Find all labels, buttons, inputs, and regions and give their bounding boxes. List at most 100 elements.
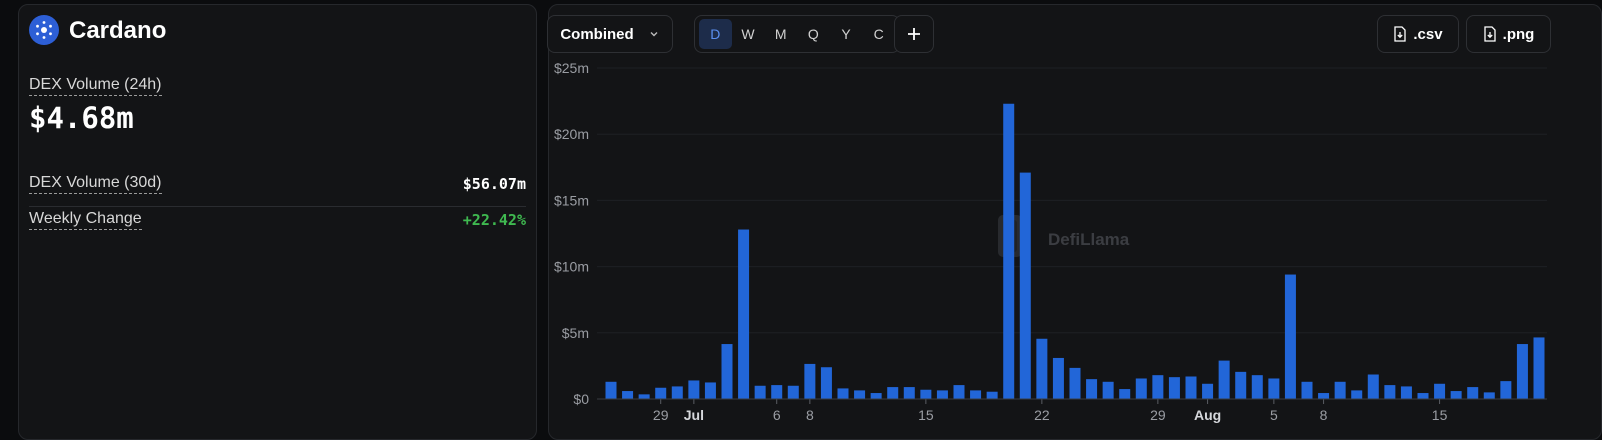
y-tick-label: $20m: [554, 126, 589, 142]
period-y-button[interactable]: Y: [830, 19, 863, 49]
x-tick-label: 29: [1150, 407, 1166, 423]
volume-bar[interactable]: [1450, 391, 1462, 399]
x-tick-label: 29: [653, 407, 669, 423]
volume-bar[interactable]: [1516, 344, 1528, 399]
download-png-button[interactable]: .png: [1466, 15, 1551, 53]
volume-bar[interactable]: [1003, 103, 1015, 400]
volume-bar[interactable]: [870, 393, 882, 399]
volume-bar[interactable]: [721, 344, 733, 399]
volume-bar[interactable]: [903, 387, 915, 399]
volume-bar[interactable]: [1052, 357, 1064, 399]
volume-bar[interactable]: [1119, 389, 1131, 399]
volume-bar[interactable]: [1069, 367, 1081, 399]
volume-bar[interactable]: [1400, 386, 1412, 399]
x-tick-label: 8: [806, 407, 814, 423]
volume-bar[interactable]: [1036, 338, 1048, 399]
csv-label: .csv: [1413, 25, 1443, 43]
volume-bar[interactable]: [622, 391, 634, 399]
x-tick-label: 6: [773, 407, 781, 423]
volume-bar[interactable]: [1417, 393, 1429, 399]
y-tick-label: $25m: [554, 60, 589, 76]
volume-bar[interactable]: [1135, 378, 1147, 399]
volume-bar[interactable]: [688, 380, 700, 399]
volume-bar[interactable]: [787, 385, 799, 399]
volume-bar-chart: DefiLlama $0 $5m $10m $15m $20m $25m 29 Jul 6 8 1…: [554, 60, 1547, 423]
chevron-down-icon: [650, 32, 658, 37]
x-tick-label: 5: [1270, 407, 1278, 423]
x-tick-label: Jul: [684, 407, 704, 423]
volume-bar[interactable]: [1318, 393, 1330, 399]
volume-bar[interactable]: [1533, 337, 1545, 399]
volume-bar[interactable]: [771, 385, 783, 399]
page-title: Cardano: [69, 17, 167, 44]
volume-bar[interactable]: [953, 385, 965, 399]
period-c-button[interactable]: C: [862, 19, 895, 49]
chart-type-dropdown[interactable]: Combined: [547, 15, 673, 53]
volume-bar[interactable]: [638, 394, 650, 399]
volume-bar[interactable]: [854, 390, 866, 399]
volume-bar[interactable]: [1284, 274, 1296, 399]
plus-icon: [908, 28, 920, 40]
period-d-button[interactable]: D: [699, 19, 732, 49]
volume-bar[interactable]: [1235, 371, 1247, 399]
period-w-button[interactable]: W: [732, 19, 765, 49]
volume-bar[interactable]: [1152, 375, 1164, 399]
volume-bar[interactable]: [1351, 390, 1363, 399]
dex-volume-24h-label[interactable]: DEX Volume (24h): [29, 75, 162, 96]
volume-bar[interactable]: [1334, 381, 1346, 399]
period-q-button[interactable]: Q: [797, 19, 830, 49]
dex-volume-30d-label[interactable]: DEX Volume (30d): [29, 173, 162, 194]
protocol-summary-card: Cardano DEX Volume (24h) $4.68m DEX Volu…: [18, 4, 537, 440]
x-axis-labels: 29 Jul 6 8 15 22 29 Aug 5 8 15: [653, 399, 1448, 423]
volume-bar[interactable]: [1168, 377, 1180, 399]
volume-bar[interactable]: [1268, 378, 1280, 399]
divider: [29, 206, 526, 207]
volume-bar[interactable]: [754, 385, 766, 399]
dropdown-label: Combined: [560, 25, 634, 43]
volume-bar[interactable]: [1202, 383, 1214, 399]
file-download-icon: [1484, 26, 1496, 42]
x-tick-label: 22: [1034, 407, 1050, 423]
weekly-change-label[interactable]: Weekly Change: [29, 209, 142, 230]
add-metric-button[interactable]: [894, 15, 934, 53]
y-axis-labels: $0 $5m $10m $15m $20m $25m: [554, 60, 589, 407]
y-tick-label: $10m: [554, 259, 589, 275]
volume-bar[interactable]: [970, 390, 982, 399]
y-tick-label: $5m: [562, 325, 589, 341]
volume-bar[interactable]: [1086, 379, 1098, 399]
volume-bar[interactable]: [1483, 392, 1495, 399]
volume-bar[interactable]: [920, 389, 932, 399]
volume-bar[interactable]: [1367, 374, 1379, 399]
cardano-logo-icon: [29, 15, 59, 45]
volume-bar[interactable]: [804, 363, 816, 399]
volume-bar[interactable]: [1384, 385, 1396, 399]
y-tick-label: $15m: [554, 192, 589, 208]
volume-bar[interactable]: [704, 382, 716, 399]
dex-volume-30d-value: $56.07m: [462, 175, 526, 193]
png-label: .png: [1502, 25, 1535, 43]
volume-bar[interactable]: [1218, 360, 1230, 399]
dex-volume-24h-value: $4.68m: [29, 101, 134, 135]
volume-bar[interactable]: [738, 229, 750, 399]
volume-bar[interactable]: [837, 388, 849, 399]
volume-bar[interactable]: [1185, 376, 1197, 399]
volume-bar[interactable]: [820, 367, 832, 399]
volume-bar[interactable]: [1467, 387, 1479, 399]
volume-bar[interactable]: [1301, 381, 1313, 399]
download-csv-button[interactable]: .csv: [1377, 15, 1459, 53]
volume-bar[interactable]: [605, 381, 617, 399]
bar-series: [605, 103, 1545, 400]
volume-bar[interactable]: [671, 386, 683, 399]
volume-bar[interactable]: [887, 387, 899, 399]
volume-bar[interactable]: [986, 391, 998, 399]
cardano-dots-icon: [36, 21, 52, 39]
volume-bar[interactable]: [936, 390, 948, 399]
volume-bar[interactable]: [1019, 172, 1031, 399]
period-m-button[interactable]: M: [764, 19, 797, 49]
volume-bar[interactable]: [1251, 375, 1263, 399]
volume-bar[interactable]: [1500, 381, 1512, 399]
y-tick-label: $0: [573, 391, 589, 407]
volume-bar[interactable]: [1434, 383, 1446, 399]
volume-bar[interactable]: [655, 387, 667, 399]
volume-bar[interactable]: [1102, 381, 1114, 399]
